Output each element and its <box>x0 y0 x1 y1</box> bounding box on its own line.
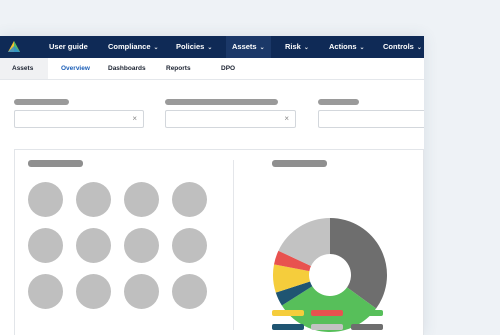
chevron-down-icon: ⌄ <box>153 45 159 51</box>
placeholder-circle <box>172 274 207 309</box>
sub-navigation-bar: Assets Overview Dashboards Reports DPO <box>0 58 424 80</box>
nav-compliance-label: Compliance <box>108 42 151 51</box>
nav-compliance[interactable]: Compliance ⌄ <box>108 36 159 58</box>
chevron-down-icon: ⌄ <box>207 45 213 51</box>
nav-risk-label: Risk <box>285 42 301 51</box>
filter-label-placeholder <box>165 99 278 105</box>
legend-swatch <box>311 324 343 330</box>
placeholder-circle <box>124 182 159 217</box>
nav-controls[interactable]: Controls ⌄ <box>383 36 422 58</box>
placeholder-circle <box>124 228 159 263</box>
dashboard-panel <box>14 149 424 335</box>
filter-label-placeholder <box>318 99 359 105</box>
nav-risk[interactable]: Risk ⌄ <box>285 36 309 58</box>
subnav-overview[interactable]: Overview <box>61 58 90 79</box>
placeholder-circle <box>76 274 111 309</box>
nav-assets-label: Assets <box>232 42 257 51</box>
legend-swatch <box>311 310 343 316</box>
chevron-down-icon: ⌄ <box>303 45 309 51</box>
placeholder-circle <box>28 228 63 263</box>
filter-select[interactable]: × <box>165 110 296 128</box>
panel-divider <box>233 160 234 330</box>
subnav-dpo[interactable]: DPO <box>221 58 235 79</box>
app-logo-icon[interactable] <box>7 40 21 54</box>
nav-assets[interactable]: Assets ⌄ <box>226 36 271 58</box>
chevron-down-icon: ⌄ <box>416 45 422 51</box>
placeholder-circle <box>124 274 159 309</box>
section-heading-placeholder <box>28 160 83 167</box>
clear-icon[interactable]: × <box>132 114 137 123</box>
legend-swatch <box>272 324 304 330</box>
placeholder-circle <box>172 182 207 217</box>
nav-actions-label: Actions <box>329 42 357 51</box>
filter-label-placeholder <box>14 99 69 105</box>
placeholder-circle <box>172 228 207 263</box>
legend-swatch <box>351 324 383 330</box>
filter-select[interactable]: × <box>14 110 144 128</box>
clear-icon[interactable]: × <box>284 114 289 123</box>
legend-swatch <box>272 310 304 316</box>
subnav-reports[interactable]: Reports <box>166 58 191 79</box>
nav-user-guide-label: User guide <box>49 42 88 51</box>
top-navigation-bar: User guide Compliance ⌄ Policies ⌄ Assets ⌄… <box>0 36 424 58</box>
placeholder-circle <box>28 182 63 217</box>
app-window: User guide Compliance ⌄ Policies ⌄ Assets ⌄… <box>0 36 424 335</box>
nav-policies[interactable]: Policies ⌄ <box>176 36 212 58</box>
chevron-down-icon: ⌄ <box>359 45 365 51</box>
nav-controls-label: Controls <box>383 42 414 51</box>
placeholder-circle <box>28 274 63 309</box>
section-heading-placeholder <box>272 160 327 167</box>
nav-actions[interactable]: Actions ⌄ <box>329 36 365 58</box>
legend-swatch <box>351 310 383 316</box>
subnav-assets[interactable]: Assets <box>0 58 48 79</box>
chevron-down-icon: ⌄ <box>259 45 265 51</box>
filter-select[interactable] <box>318 110 424 128</box>
placeholder-circle <box>76 228 111 263</box>
subnav-dashboards[interactable]: Dashboards <box>108 58 146 79</box>
nav-policies-label: Policies <box>176 42 205 51</box>
nav-user-guide[interactable]: User guide <box>49 36 88 58</box>
placeholder-circle <box>76 182 111 217</box>
